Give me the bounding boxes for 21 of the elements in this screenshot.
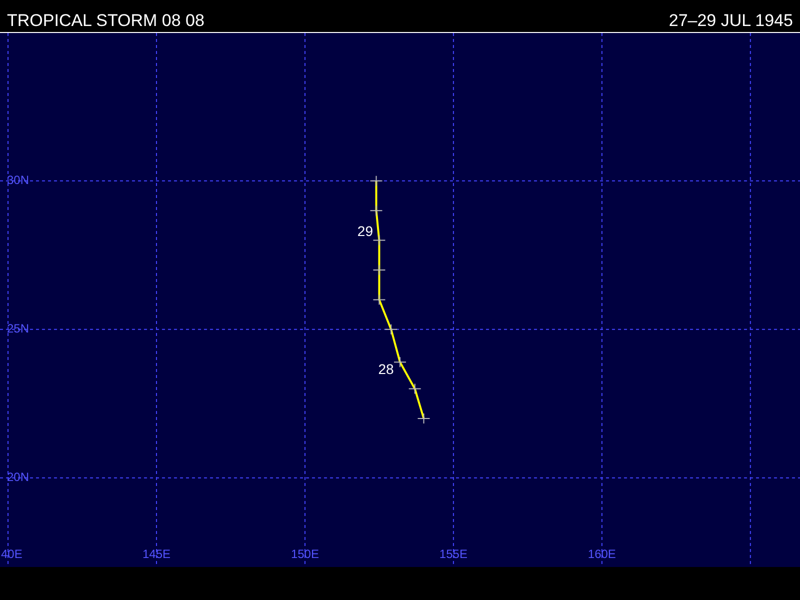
- day-label: 29: [357, 223, 373, 239]
- track-marker: [372, 264, 386, 276]
- axis-label: 155E: [439, 547, 468, 562]
- axis-label: 20N: [7, 470, 30, 484]
- axis-label: 25N: [7, 322, 30, 336]
- axis-label: 150E: [290, 547, 319, 562]
- day-label: 28: [378, 360, 394, 377]
- track-marker: [370, 205, 383, 216]
- track-marker: [408, 383, 422, 394]
- axis-label: 160E: [588, 547, 616, 562]
- axis-label: 145E: [142, 547, 170, 562]
- date-range: 27–29 JUL 1945: [668, 12, 793, 31]
- track-marker: [372, 294, 386, 306]
- track-marker: [370, 175, 383, 186]
- storm-title: TROPICAL STORM 08 08: [7, 12, 204, 31]
- track-marker: [417, 413, 430, 424]
- track-marker: [372, 234, 386, 246]
- track-marker: [394, 356, 406, 368]
- track-marker: [384, 324, 398, 335]
- axis-label: 40E: [1, 547, 22, 562]
- axis-label: 30N: [7, 173, 30, 188]
